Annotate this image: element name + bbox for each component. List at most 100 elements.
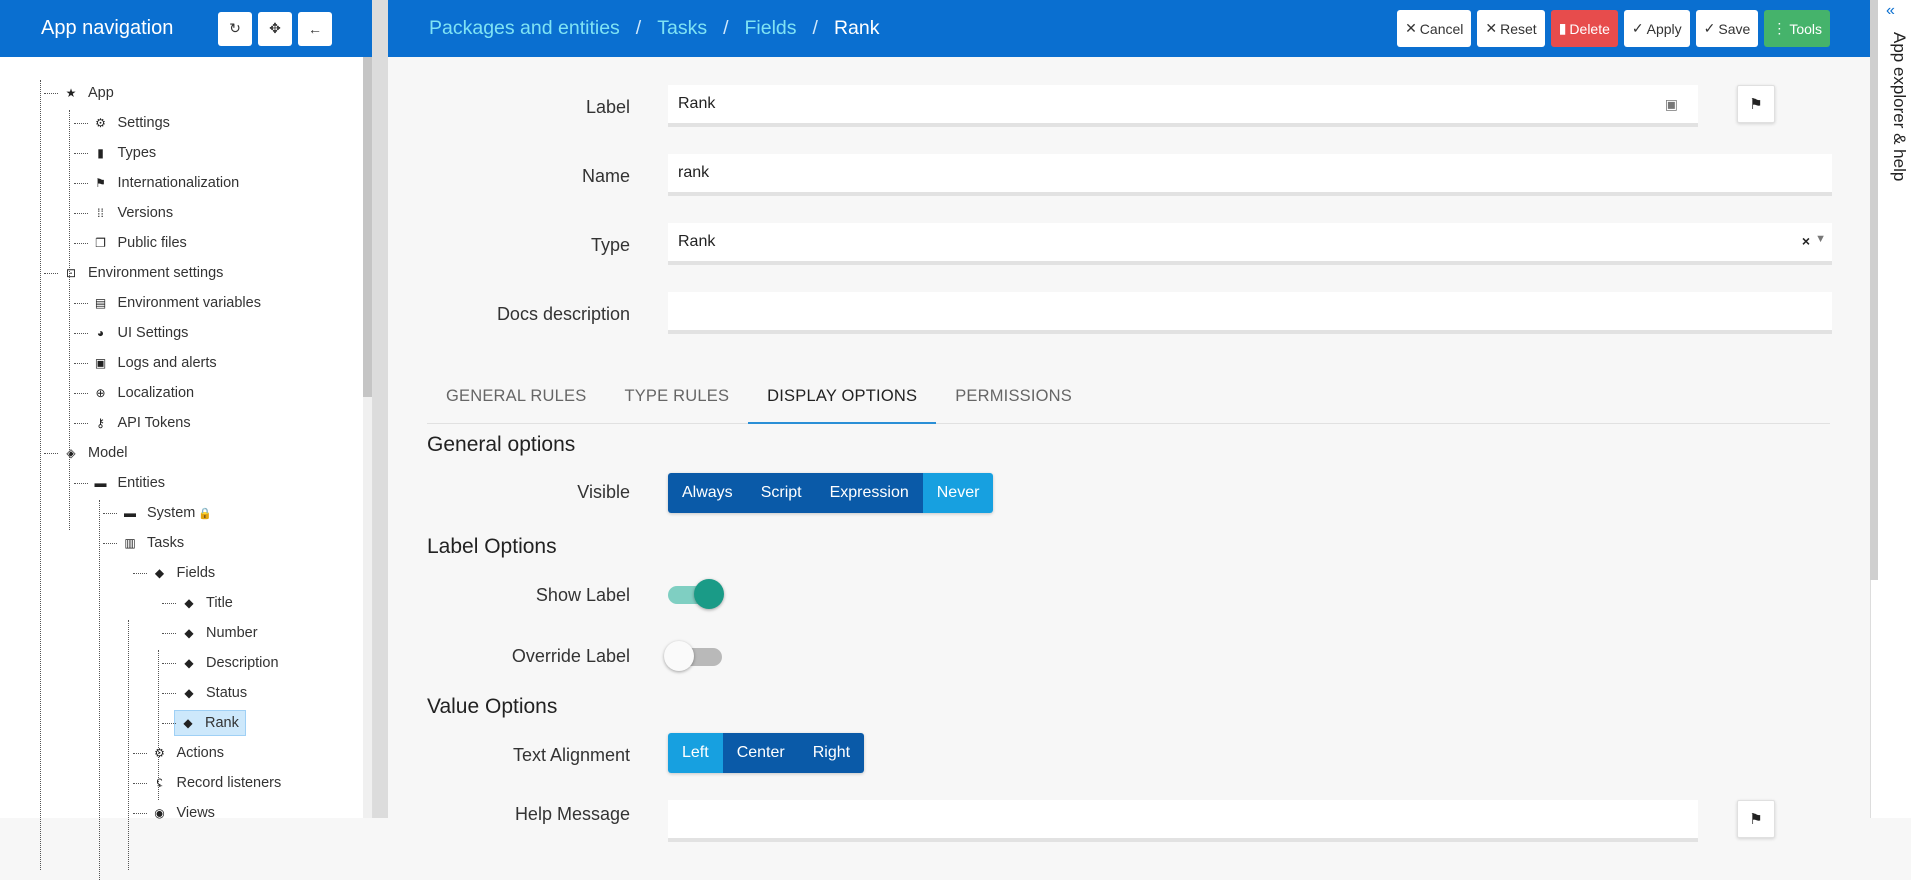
type-select-value: Rank xyxy=(678,233,716,250)
name-input[interactable]: rank xyxy=(668,154,1832,196)
tree-item-description[interactable]: ◆ Description xyxy=(180,650,278,676)
visible-option-script[interactable]: Script xyxy=(746,473,816,513)
tree-item-label: Rank xyxy=(205,715,239,731)
translate-icon[interactable]: ▣ xyxy=(1665,96,1678,113)
reset-button[interactable]: ✕ Reset xyxy=(1477,10,1545,47)
apply-button[interactable]: ✓ Apply xyxy=(1623,10,1690,47)
crosshair-button[interactable]: ✥ xyxy=(258,11,292,46)
tree-item-label: Entities xyxy=(117,475,166,491)
tree-item-label: Settings xyxy=(117,115,170,131)
tree-item-label: Fields xyxy=(176,565,216,581)
breadcrumb-item-tasks[interactable]: Tasks xyxy=(657,17,707,40)
tree-connector xyxy=(132,813,147,814)
nav-scrollbar-thumb[interactable] xyxy=(363,57,372,397)
type-field-label: Type xyxy=(590,235,630,255)
tree-item-status[interactable]: ◆ Status xyxy=(180,680,247,706)
breadcrumb-item-rank: Rank xyxy=(833,17,880,39)
top-bar: Packages and entities / Tasks / Fields / Rank … xyxy=(388,0,1870,57)
label-options-title: Label Options xyxy=(427,535,557,558)
arrow-left-icon: ← xyxy=(308,20,322,37)
tags-icon: ◆ xyxy=(154,566,165,580)
cancel-button-label: Cancel xyxy=(1419,20,1464,37)
visible-option-always[interactable]: Always xyxy=(668,473,747,513)
tree-item-label: Environment settings xyxy=(88,265,224,281)
alignment-option-left[interactable]: Left xyxy=(668,733,723,773)
main-scrollbar-thumb[interactable] xyxy=(1870,0,1878,580)
arrow-left-button[interactable]: ← xyxy=(298,11,332,46)
tree-connector xyxy=(162,693,176,694)
tree-item-system[interactable]: ▬ System 🔒 xyxy=(121,500,212,526)
refresh-button[interactable]: ↻ xyxy=(218,11,252,46)
text-alignment-segmented-control: Left Center Right xyxy=(668,733,865,773)
tree-item-public-files[interactable]: ❐ Public files xyxy=(92,230,187,256)
tab-permissions[interactable]: PERMISSIONS xyxy=(936,370,1091,424)
tree-item-settings[interactable]: ⚙ Settings xyxy=(92,110,170,136)
alignment-option-center[interactable]: Center xyxy=(722,733,799,773)
tree-item-label: API Tokens xyxy=(117,415,191,431)
breadcrumb-item-packages-and-entities[interactable]: Packages and entities xyxy=(429,17,620,40)
breadcrumb-item-fields[interactable]: Fields xyxy=(745,17,797,40)
flag-button[interactable]: ⚑ xyxy=(1737,85,1775,123)
tag-icon: ◆ xyxy=(184,596,194,610)
override-label-switch[interactable] xyxy=(664,640,722,671)
visible-option-expression[interactable]: Expression xyxy=(815,473,923,513)
tree-item-internationalization[interactable]: ⚑ Internationalization xyxy=(92,170,239,196)
cancel-button[interactable]: ✕ Cancel xyxy=(1397,10,1472,47)
field-tabs: GENERAL RULES TYPE RULES DISPLAY OPTIONS PE… xyxy=(427,370,1830,424)
tree-item-label: Logs and alerts xyxy=(117,355,217,371)
globe-icon: ⊕ xyxy=(95,386,106,400)
tree-item-api-tokens[interactable]: ⚷ API Tokens xyxy=(92,410,191,436)
tree-connector xyxy=(162,633,176,634)
tree-item-app[interactable]: ★ App xyxy=(62,80,114,106)
tree-item-tasks[interactable]: ▥ Tasks xyxy=(121,530,184,556)
tree-item-logs-and-alerts[interactable]: ▣ Logs and alerts xyxy=(92,350,217,376)
tools-button[interactable]: ⋮ Tools xyxy=(1764,10,1830,47)
tree-connector xyxy=(44,93,58,94)
tree-item-number[interactable]: ◆ Number xyxy=(180,620,257,646)
visible-option-never[interactable]: Never xyxy=(922,473,994,513)
tree-item-ui-settings[interactable]: ◕ UI Settings xyxy=(92,320,189,346)
alignment-option-right[interactable]: Right xyxy=(798,733,865,773)
reset-icon: ✕ xyxy=(1485,20,1498,36)
help-flag-button[interactable]: ⚑ xyxy=(1737,800,1775,838)
label-input[interactable]: Rank ▣ xyxy=(668,85,1698,127)
clear-icon[interactable]: × xyxy=(1802,233,1810,249)
show-label-switch[interactable] xyxy=(668,578,724,609)
tree-item-fields[interactable]: ◆ Fields xyxy=(151,560,216,586)
tree-item-versions[interactable]: ⁞⁞ Versions xyxy=(92,200,173,226)
tree-item-entities[interactable]: ▬ Entities xyxy=(92,470,166,496)
switch-knob xyxy=(694,579,724,609)
save-icon: ✓ xyxy=(1703,20,1716,36)
tree-item-title[interactable]: ◆ Title xyxy=(180,590,232,616)
tree-item-localization[interactable]: ⊕ Localization xyxy=(92,380,194,406)
help-message-input[interactable] xyxy=(668,800,1698,842)
tab-display-options[interactable]: DISPLAY OPTIONS xyxy=(748,370,937,424)
tag-icon: ◆ xyxy=(184,626,194,640)
tree-item-views[interactable]: ◉ Views xyxy=(151,800,215,826)
app-explorer-title[interactable]: App explorer & help xyxy=(1889,32,1909,181)
tree-item-model[interactable]: ◈ Model xyxy=(62,440,127,466)
tree-item-label: Status xyxy=(206,685,248,701)
tree-item-environment-variables[interactable]: ▤ Environment variables xyxy=(92,290,261,316)
tree-item-record-listeners[interactable]: ʢ Record listeners xyxy=(151,770,282,796)
tree-item-label: Environment variables xyxy=(117,295,261,311)
delete-button[interactable]: ▮ Delete xyxy=(1550,10,1618,47)
comment-icon: ▣ xyxy=(94,356,107,370)
tab-general-rules[interactable]: GENERAL RULES xyxy=(427,370,605,424)
panel-resize-gutter[interactable] xyxy=(373,0,388,818)
apply-icon: ✓ xyxy=(1631,20,1644,36)
override-label-row: Override Label xyxy=(388,636,1870,682)
tree-connector xyxy=(132,573,147,574)
tree-item-types[interactable]: ▮ Types xyxy=(92,140,156,166)
tree-item-actions[interactable]: ⚙ Actions xyxy=(151,740,224,766)
type-select[interactable]: Rank × ▼ xyxy=(668,223,1832,265)
caret-down-icon[interactable]: ▼ xyxy=(1815,233,1826,245)
save-button[interactable]: ✓ Save xyxy=(1695,10,1759,47)
tree-item-environment-settings[interactable]: ⊡ Environment settings xyxy=(62,260,223,286)
tab-type-rules[interactable]: TYPE RULES xyxy=(605,370,748,424)
double-chevron-left-icon[interactable]: « xyxy=(1886,2,1895,20)
tree-item-rank[interactable]: ◆ Rank xyxy=(174,710,246,736)
delete-button-label: Delete xyxy=(1569,20,1610,37)
tree-connector xyxy=(73,243,88,244)
docs-description-input[interactable] xyxy=(668,292,1832,334)
